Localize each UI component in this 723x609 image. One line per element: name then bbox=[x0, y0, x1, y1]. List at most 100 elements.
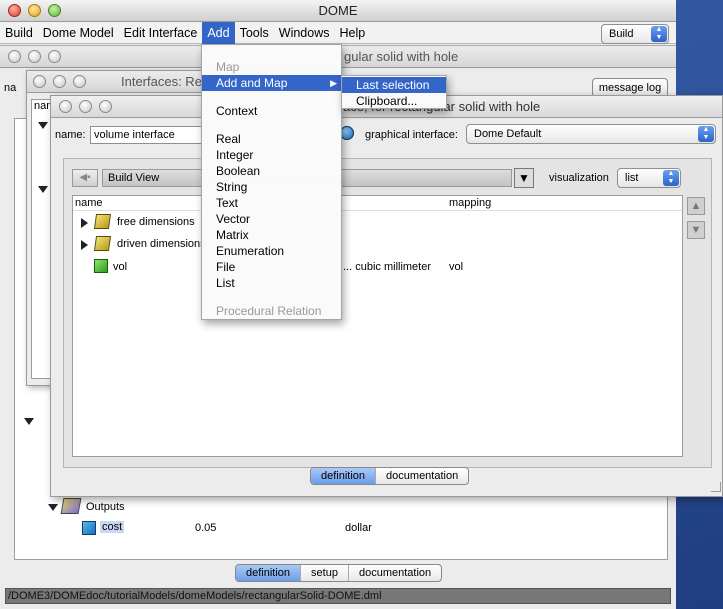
row-name: vol bbox=[113, 261, 128, 273]
minimize-button[interactable] bbox=[79, 100, 92, 113]
menu-item-integer[interactable]: Integer bbox=[202, 147, 341, 163]
folder-icon bbox=[93, 214, 112, 229]
tab-definition[interactable]: definition bbox=[311, 468, 377, 484]
name-input[interactable]: volume interface bbox=[90, 126, 210, 144]
row-value: ... cubic millimeter bbox=[343, 261, 432, 273]
row-name: free dimensions bbox=[117, 216, 195, 228]
interface-window: ace, for rectangular solid with hole nam… bbox=[50, 95, 723, 497]
parameter-table: name mapping free dimensions driven dime… bbox=[72, 195, 683, 457]
close-button[interactable] bbox=[59, 100, 72, 113]
visualization-value: list bbox=[625, 172, 639, 184]
tab-documentation[interactable]: documentation bbox=[349, 565, 441, 581]
expand-triangle-icon[interactable] bbox=[81, 240, 88, 250]
updown-arrows-icon: ▲ ▼ bbox=[663, 170, 679, 186]
status-bar: /DOME3/DOMEdoc/tutorialModels/domeModels… bbox=[5, 588, 671, 604]
zoom-button[interactable] bbox=[48, 4, 61, 17]
row-name: driven dimensions bbox=[117, 238, 206, 250]
submenu-arrow-icon: ▶ bbox=[330, 78, 337, 88]
menubar: Build Dome Model Edit Interface Add Tool… bbox=[0, 21, 676, 44]
graphical-interface-value: Dome Default bbox=[474, 128, 542, 140]
menu-item-boolean[interactable]: Boolean bbox=[202, 163, 341, 179]
folder-icon bbox=[93, 236, 112, 251]
resize-grip-icon[interactable] bbox=[711, 482, 721, 492]
menu-item-list[interactable]: List bbox=[202, 275, 341, 291]
menu-tools[interactable]: Tools bbox=[235, 22, 274, 44]
menu-add[interactable]: Add bbox=[202, 21, 235, 44]
menu-item-add-and-map-label: Add and Map bbox=[216, 76, 288, 90]
table-row[interactable]: vol ... cubic millimeter vol bbox=[73, 259, 682, 277]
menu-separator bbox=[202, 291, 341, 303]
menu-item-real[interactable]: Real bbox=[202, 131, 341, 147]
scroll-down-button[interactable]: ▼ bbox=[687, 221, 705, 239]
add-and-map-submenu: Last selection Clipboard... bbox=[341, 75, 447, 109]
menu-item-map: Map bbox=[216, 60, 240, 74]
cost-unit: dollar bbox=[345, 522, 372, 534]
menu-edit-interface[interactable]: Edit Interface bbox=[119, 22, 203, 44]
cube-icon bbox=[82, 521, 96, 535]
tab-documentation[interactable]: documentation bbox=[376, 468, 468, 484]
visualization-select[interactable]: list ▲ ▼ bbox=[617, 168, 681, 188]
menu-item-add-and-map[interactable]: Add and Map ▶ bbox=[202, 75, 341, 91]
menu-dome-model[interactable]: Dome Model bbox=[38, 22, 119, 44]
message-log-label: message log bbox=[598, 82, 662, 94]
updown-arrows-icon: ▲ ▼ bbox=[651, 26, 667, 42]
updown-arrows-icon: ▲ ▼ bbox=[698, 126, 714, 142]
minimize-button[interactable] bbox=[53, 75, 66, 88]
submenu-item-clipboard[interactable]: Clipboard... bbox=[342, 93, 446, 109]
menu-item-enumeration[interactable]: Enumeration bbox=[202, 243, 341, 259]
expand-triangle-icon[interactable] bbox=[38, 186, 48, 193]
menu-help[interactable]: Help bbox=[334, 22, 370, 44]
menu-item-context[interactable]: Context bbox=[202, 103, 341, 119]
visualization-label: visualization bbox=[549, 172, 609, 184]
close-button[interactable] bbox=[8, 4, 21, 17]
expand-triangle-icon[interactable] bbox=[81, 218, 88, 228]
outputs-folder-icon bbox=[60, 498, 82, 514]
table-row[interactable]: driven dimensions bbox=[73, 236, 682, 254]
mode-select[interactable]: Build ▲ ▼ bbox=[601, 24, 669, 44]
interface-tabs: definition documentation bbox=[310, 467, 470, 485]
menu-item-text[interactable]: Text bbox=[202, 195, 341, 211]
view-back-button[interactable]: ◀▪ bbox=[72, 169, 98, 187]
menu-separator bbox=[202, 91, 341, 103]
submenu-item-last-selection[interactable]: Last selection bbox=[342, 77, 446, 93]
expand-triangle-icon[interactable] bbox=[38, 122, 48, 129]
close-button[interactable] bbox=[33, 75, 46, 88]
menu-item-matrix[interactable]: Matrix bbox=[202, 227, 341, 243]
table-row[interactable]: free dimensions bbox=[73, 214, 682, 232]
menu-item-procedural-relation: Procedural Relation bbox=[216, 304, 322, 318]
close-button[interactable] bbox=[8, 50, 21, 63]
status-path: /DOME3/DOMEdoc/tutorialModels/domeModels… bbox=[8, 590, 382, 602]
zoom-button[interactable] bbox=[99, 100, 112, 113]
menu-separator bbox=[202, 119, 341, 131]
model-name-label: na bbox=[4, 82, 17, 94]
zoom-button[interactable] bbox=[48, 50, 61, 63]
graphical-interface-select[interactable]: Dome Default ▲ ▼ bbox=[466, 124, 716, 144]
model-tabs: definition setup documentation bbox=[235, 564, 443, 582]
minimize-button[interactable] bbox=[28, 50, 41, 63]
menu-item-file[interactable]: File bbox=[202, 259, 341, 275]
scroll-up-button[interactable]: ▲ bbox=[687, 197, 705, 215]
cube-icon bbox=[94, 259, 108, 273]
view-dropdown-button[interactable]: ▼ bbox=[514, 168, 534, 188]
row-mapping: vol bbox=[449, 261, 464, 273]
name-label: name: bbox=[55, 129, 86, 141]
menu-windows[interactable]: Windows bbox=[274, 22, 335, 44]
menu-build[interactable]: Build bbox=[0, 22, 38, 44]
tab-setup[interactable]: setup bbox=[301, 565, 349, 581]
graphical-interface-label: graphical interface: bbox=[365, 129, 458, 141]
tab-definition[interactable]: definition bbox=[236, 565, 302, 581]
name-input-value: volume interface bbox=[94, 129, 175, 141]
mode-select-value: Build bbox=[609, 28, 634, 40]
cost-name[interactable]: cost bbox=[100, 521, 125, 533]
menu-item-string[interactable]: String bbox=[202, 179, 341, 195]
main-titlebar: DOME bbox=[0, 0, 676, 22]
menu-item-vector[interactable]: Vector bbox=[202, 211, 341, 227]
zoom-button[interactable] bbox=[73, 75, 86, 88]
expand-triangle-icon[interactable] bbox=[24, 418, 34, 425]
expand-triangle-icon[interactable] bbox=[48, 504, 58, 511]
outputs-label: Outputs bbox=[86, 501, 125, 513]
cost-value: 0.05 bbox=[195, 522, 217, 534]
minimize-button[interactable] bbox=[28, 4, 41, 17]
view-path-value: Build View bbox=[108, 172, 160, 184]
table-header: name mapping bbox=[73, 196, 682, 211]
